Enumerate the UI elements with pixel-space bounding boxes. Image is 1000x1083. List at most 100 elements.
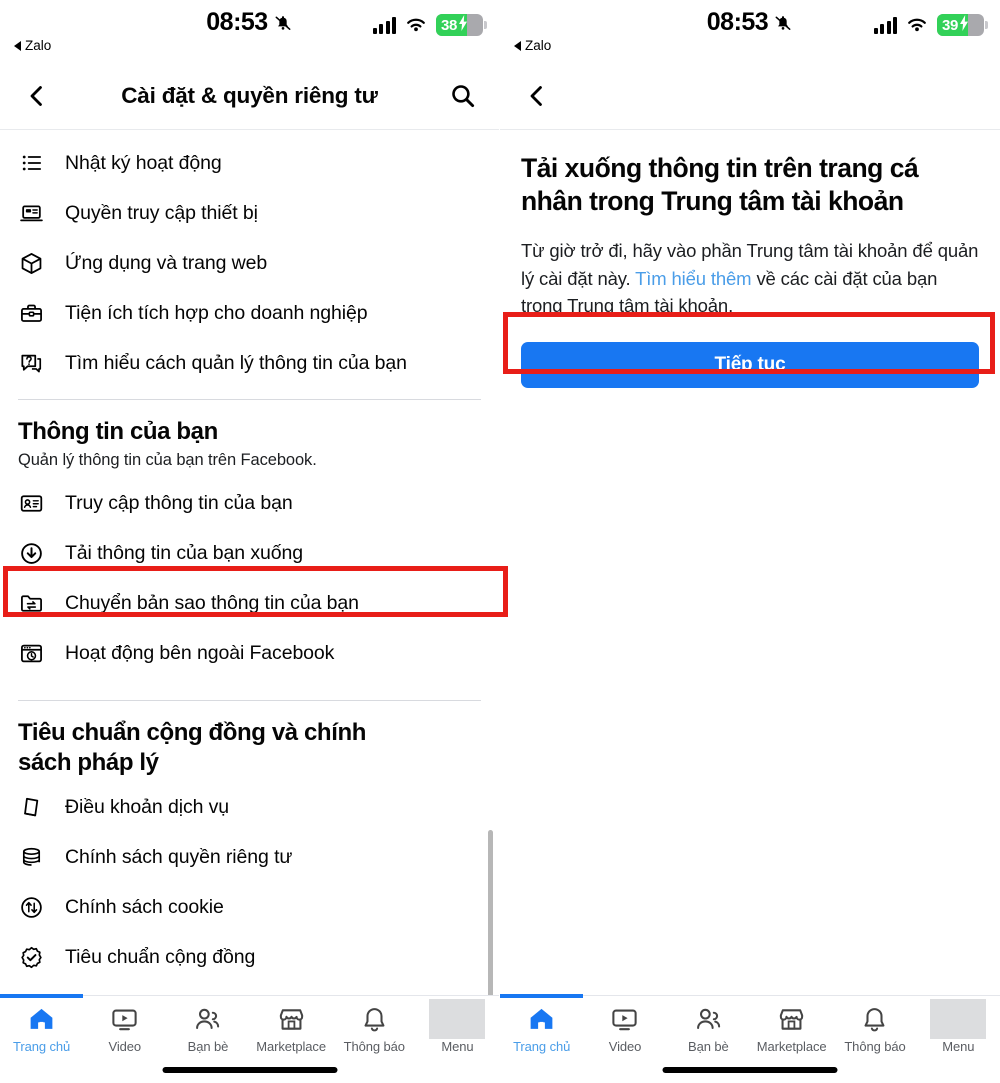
browser-history-icon [18, 640, 45, 667]
return-to-app-indicator[interactable]: Zalo [14, 38, 51, 53]
list-item[interactable]: Hoạt động bên ngoài Facebook [0, 628, 499, 678]
dual-screenshot-container: 08:53 Zalo 38 Cài đặt & quyền riêng tư N… [0, 0, 1000, 1083]
tab-marketplace[interactable]: Marketplace [250, 1004, 333, 1054]
list-item-label: Tiêu chuẩn cộng đồng [65, 946, 256, 969]
tab-label: Video [608, 1039, 642, 1054]
return-app-name: Zalo [25, 38, 52, 53]
list-item[interactable]: Chính sách cookie [0, 883, 499, 933]
left-nav-header: Cài đặt & quyền riêng tư [0, 62, 499, 130]
list-item-label: Chính sách quyền riêng tư [65, 846, 293, 869]
active-tab-indicator [500, 994, 583, 998]
id-card-icon [18, 490, 45, 517]
tab-menu[interactable]: Menu [416, 999, 499, 1054]
tab-label: Bạn bè [187, 1039, 229, 1054]
back-button[interactable] [520, 79, 554, 113]
status-bar-right: 08:53 Zalo 39 [500, 0, 1000, 62]
book-icon [18, 794, 45, 821]
your-info-list: Truy cập thông tin của bạn Tải thông tin… [0, 478, 499, 678]
list-item-label: Tải thông tin của bạn xuống [65, 541, 303, 564]
left-phone-screen: 08:53 Zalo 38 Cài đặt & quyền riêng tư N… [0, 0, 500, 1083]
tab-menu[interactable]: Menu [917, 999, 1000, 1054]
tab-notifications[interactable]: Thông báo [833, 1004, 916, 1054]
tab-notifications[interactable]: Thông báo [333, 1004, 416, 1054]
status-indicators-left: 38 [372, 14, 487, 36]
list-item-label: Chính sách cookie [65, 896, 224, 919]
list-item[interactable]: Chuyển bản sao thông tin của bạn [0, 578, 499, 628]
home-icon [527, 1004, 556, 1034]
tab-label: Trang chủ [13, 1039, 71, 1054]
bell-icon [860, 1004, 889, 1034]
tab-friends[interactable]: Bạn bè [166, 1004, 249, 1054]
list-item-label: Tìm hiểu cách quản lý thông tin của bạn [65, 351, 407, 374]
tab-home[interactable]: Trang chủ [500, 1004, 583, 1054]
status-indicators-right: 39 [873, 14, 988, 36]
avatar-menu-icon [429, 999, 486, 1039]
list-item[interactable]: Tiện ích tích hợp cho doanh nghiệp [0, 288, 499, 338]
wifi-icon [404, 16, 428, 34]
download-info-body: Từ giờ trở đi, hãy vào phần Trung tâm tà… [500, 219, 1000, 320]
tab-label: Video [108, 1039, 142, 1054]
right-scroll-body: Tải xuống thông tin trên trang cá nhân t… [500, 130, 1000, 995]
top-menu-list: Nhật ký hoạt động Quyền truy cập thiết b… [0, 130, 499, 388]
tab-video[interactable]: Video [83, 1004, 166, 1054]
list-item[interactable]: Truy cập thông tin của bạn [0, 478, 499, 528]
list-item[interactable]: Ứng dụng và trang web [0, 238, 499, 288]
avatar [930, 999, 987, 1039]
marketplace-icon [277, 1004, 306, 1034]
home-indicator [162, 1067, 337, 1073]
list-item[interactable]: Điều khoản dịch vụ [0, 783, 499, 833]
return-to-app-indicator[interactable]: Zalo [514, 38, 551, 53]
avatar-menu-icon [930, 999, 987, 1039]
tab-label: Thông báo [844, 1039, 906, 1054]
return-app-name: Zalo [525, 38, 552, 53]
battery-percent: 38 [441, 16, 458, 34]
tab-home[interactable]: Trang chủ [0, 1004, 83, 1054]
folder-transfer-icon [18, 590, 45, 617]
section-title-legal: Tiêu chuẩn cộng đồng và chính sách pháp … [18, 719, 366, 776]
download-circle-icon [18, 540, 45, 567]
list-item-label: Chuyển bản sao thông tin của bạn [65, 591, 359, 614]
section-title-your-info: Thông tin của bạn [18, 418, 218, 445]
right-nav-header [500, 62, 1000, 130]
charging-bolt-icon [959, 14, 969, 36]
arrows-circle-icon [18, 894, 45, 921]
list-icon [18, 150, 45, 177]
battery-indicator: 39 [937, 14, 988, 36]
legal-list: Điều khoản dịch vụ Chính sách quyền riên… [0, 777, 499, 983]
friends-icon [694, 1004, 723, 1034]
badge-check-icon [18, 944, 45, 971]
cellular-bars-icon [372, 17, 396, 34]
video-icon [610, 1004, 639, 1034]
list-item[interactable]: Chính sách quyền riêng tư [0, 833, 499, 883]
list-item-label: Tiện ích tích hợp cho doanh nghiệp [65, 301, 368, 324]
vertical-scrollbar[interactable] [488, 830, 493, 995]
download-info-title: Tải xuống thông tin trên trang cá nhân t… [521, 153, 919, 217]
bell-muted-icon [773, 12, 793, 34]
list-item-label: Điều khoản dịch vụ [65, 796, 230, 819]
right-phone-screen: 08:53 Zalo 39 Tải xuống thông tin trên t… [500, 0, 1000, 1083]
search-icon[interactable] [445, 79, 479, 113]
list-item[interactable]: Tìm hiểu cách quản lý thông tin của bạn [0, 338, 499, 388]
home-indicator [662, 1067, 838, 1073]
list-item[interactable]: Tiêu chuẩn cộng đồng [0, 933, 499, 983]
back-button[interactable] [20, 79, 54, 113]
tab-label: Menu [942, 1039, 975, 1054]
left-scroll-body[interactable]: Nhật ký hoạt động Quyền truy cập thiết b… [0, 130, 499, 995]
bottom-tabbar-right: Trang chủ Video Bạn bè Marketplace Thông… [500, 994, 1000, 1083]
bell-muted-icon [273, 12, 293, 34]
tab-label: Menu [441, 1039, 474, 1054]
video-icon [110, 1004, 139, 1034]
tab-marketplace[interactable]: Marketplace [750, 1004, 833, 1054]
tab-label: Bạn bè [688, 1039, 729, 1054]
back-triangle-icon [514, 40, 521, 51]
list-item[interactable]: Nhật ký hoạt động [0, 138, 499, 188]
list-item-download-your-information[interactable]: Tải thông tin của bạn xuống [0, 528, 499, 578]
briefcase-icon [18, 300, 45, 327]
list-item[interactable]: Quyền truy cập thiết bị [0, 188, 499, 238]
continue-button[interactable]: Tiếp tục [521, 342, 979, 388]
tab-label: Thông báo [343, 1039, 405, 1054]
question-chat-icon [18, 350, 45, 377]
tab-video[interactable]: Video [583, 1004, 666, 1054]
tab-friends[interactable]: Bạn bè [667, 1004, 750, 1054]
learn-more-link[interactable]: Tìm hiểu thêm [635, 268, 751, 289]
